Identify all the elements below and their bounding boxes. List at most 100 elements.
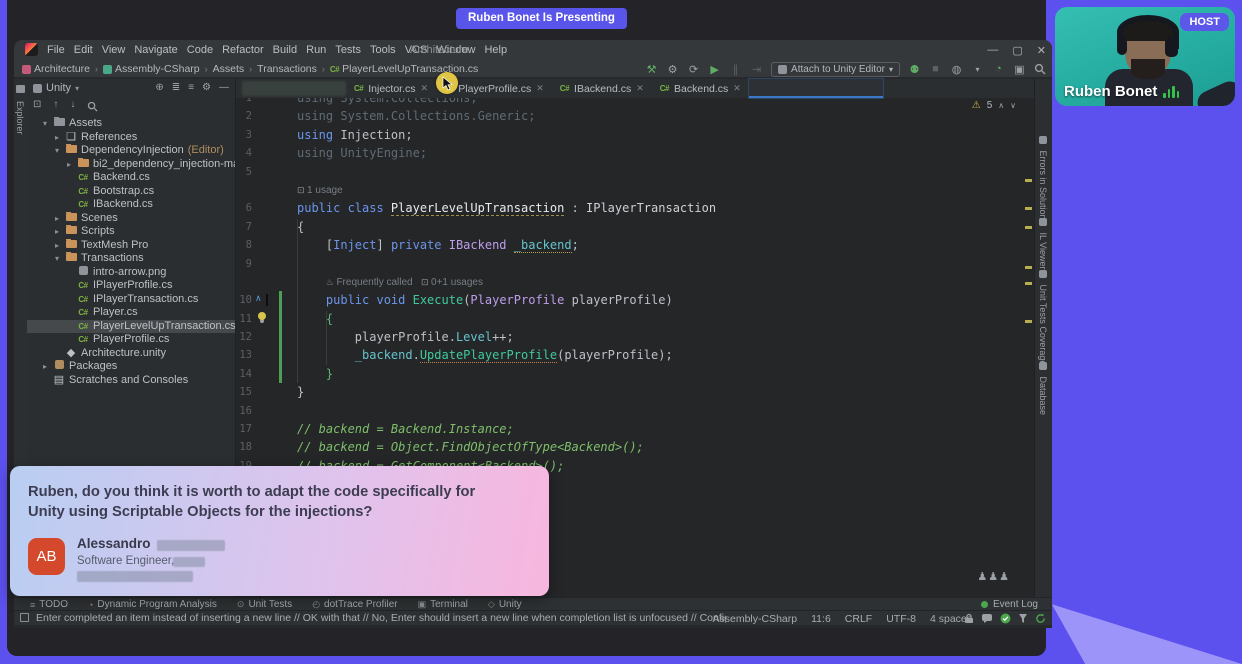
menu-item-code[interactable]: Code (187, 44, 213, 56)
tree-item-intro-arrow-png[interactable]: intro-arrow.png (27, 266, 235, 280)
run-configuration[interactable]: Architecture (410, 44, 469, 56)
toolwindow-todo[interactable]: ≡TODO (30, 599, 68, 610)
code-line[interactable]: 5 (236, 163, 1034, 181)
status-assembly-csharp[interactable]: Assembly-CSharp (713, 613, 798, 625)
tab-injector-cs[interactable]: C#Injector.cs✕ (346, 79, 436, 98)
code-line[interactable]: 11 { (236, 310, 1034, 328)
inspections-ok-icon[interactable] (1000, 613, 1011, 624)
code-line[interactable]: 10 public void Execute(PlayerProfile pla… (236, 291, 1034, 309)
code-line[interactable]: 2using System.Collections.Generic; (236, 107, 1034, 125)
chevron-expanded-icon[interactable]: ▾ (53, 252, 61, 266)
breadcrumb-item-architecture[interactable]: Architecture (22, 63, 90, 75)
tree-item-bootstrap-cs[interactable]: C#Bootstrap.cs (27, 185, 235, 199)
breadcrumb-item-assembly-csharp[interactable]: Assembly-CSharp (103, 63, 200, 75)
code-area[interactable]: 1using System.Collections;2using System.… (236, 89, 1034, 475)
sync-icon[interactable]: ⟳ (687, 63, 700, 76)
filter-icon[interactable] (1018, 613, 1028, 624)
code-line[interactable]: 16 (236, 402, 1034, 420)
console-icon[interactable]: ▣ (1013, 63, 1026, 76)
inspection-widget[interactable]: ⚠ 5 ∧ ∨ (972, 100, 1016, 111)
tree-item-ibackend-cs[interactable]: C#IBackend.cs (27, 198, 235, 212)
intention-lightbulb-icon[interactable] (258, 312, 266, 320)
status-utf-8[interactable]: UTF-8 (886, 613, 916, 625)
settings-run-icon[interactable]: ⚙ (666, 63, 679, 76)
stripe-tab-errors-in-solution[interactable]: Errors in Solution (1038, 136, 1048, 220)
stripe-tab-database[interactable]: Database (1038, 362, 1048, 415)
breadcrumb-item-playerleveluptransaction-cs[interactable]: C#PlayerLevelUpTransaction.cs (330, 63, 478, 75)
prev-problem-icon[interactable]: ∧ (998, 101, 1004, 110)
locate-file-icon[interactable]: ⊕ (155, 82, 163, 93)
breadcrumb-item-transactions[interactable]: Transactions (257, 63, 317, 75)
chevron-collapsed-icon[interactable]: ▸ (41, 360, 49, 374)
tree-item-playerprofile-cs[interactable]: C#PlayerProfile.cs (27, 333, 235, 347)
tab-ibackend-cs[interactable]: C#IBackend.cs✕ (552, 79, 652, 98)
tree-item-playerleveluptransaction-cs[interactable]: C#PlayerLevelUpTransaction.cs (27, 320, 235, 334)
tab-backend-cs[interactable]: C#Backend.cs✕ (652, 79, 749, 98)
restart-icon[interactable] (1035, 613, 1046, 624)
pause-icon[interactable]: ∥ (729, 63, 742, 76)
tool-window-toggle-icon[interactable] (20, 613, 29, 622)
code-line[interactable]: 12 playerProfile.Level++; (236, 328, 1034, 346)
tree-item-scenes[interactable]: ▸Scenes (27, 212, 235, 226)
menu-item-view[interactable]: View (102, 44, 126, 56)
gutter-collapse-arrow-icon[interactable]: ∧ (255, 293, 262, 304)
step-icon[interactable]: ⇥ (750, 63, 763, 76)
code-line[interactable]: 18// backend = Object.FindObjectOfType<B… (236, 438, 1034, 456)
debug-bug-icon[interactable]: ⚉ (908, 63, 921, 76)
tab-close-icon[interactable]: ✕ (536, 83, 544, 94)
attach-to-unity-dropdown[interactable]: Attach to Unity Editor ▾ (771, 62, 900, 77)
lock-icon[interactable] (964, 613, 974, 624)
stripe-tab-unit-tests-coverage[interactable]: Unit Tests Coverage (1038, 270, 1048, 365)
chevron-collapsed-icon[interactable]: ▸ (53, 212, 61, 226)
tree-item-iplayerprofile-cs[interactable]: C#IPlayerProfile.cs (27, 279, 235, 293)
menu-item-tests[interactable]: Tests (335, 44, 361, 56)
tree-item-transactions[interactable]: ▾Transactions (27, 252, 235, 266)
toolwindow-unit-tests[interactable]: ⊙Unit Tests (237, 599, 292, 610)
tree-item-bi2-dependency-injection-master[interactable]: ▸bi2_dependency_injection-master (Editor (27, 158, 235, 172)
tree-item-scripts[interactable]: ▸Scripts (27, 225, 235, 239)
toolwindow-dynamic-program-analysis[interactable]: ◔Dynamic Program Analysis (88, 599, 217, 610)
tree-item-backend-cs[interactable]: C#Backend.cs (27, 171, 235, 185)
tree-item-architecture-unity[interactable]: ◆Architecture.unity (27, 347, 235, 361)
error-stripe-mark[interactable] (1025, 179, 1032, 182)
error-stripe-mark[interactable] (1025, 226, 1032, 229)
scroll-to-source-icon[interactable]: ⊡ (33, 99, 41, 112)
tab-active-blank[interactable] (749, 79, 883, 98)
toolwindow-dottrace-profiler[interactable]: ◴dotTrace Profiler (312, 599, 397, 610)
code-line[interactable]: 15} (236, 383, 1034, 401)
folder-tool-icon[interactable] (16, 85, 25, 93)
explorer-stripe-tab[interactable]: Explorer (15, 101, 25, 135)
stripe-tab-il-viewer[interactable]: IL Viewer (1038, 218, 1048, 270)
webcam-tile[interactable]: HOST Ruben Bonet (1055, 7, 1235, 106)
menu-item-build[interactable]: Build (273, 44, 297, 56)
menu-item-run[interactable]: Run (306, 44, 326, 56)
navigate-up-icon[interactable]: ↑ (53, 99, 58, 112)
tree-item-player-cs[interactable]: C#Player.cs (27, 306, 235, 320)
tab-close-icon[interactable]: ✕ (421, 83, 429, 94)
error-stripe-mark[interactable] (1025, 266, 1032, 269)
collapse-all-icon[interactable]: ≡ (188, 82, 194, 93)
toolwindow-terminal[interactable]: ▣Terminal (418, 599, 468, 610)
chevron-collapsed-icon[interactable]: ▸ (53, 225, 61, 239)
minimize-button[interactable]: — (987, 44, 998, 56)
chevron-expanded-icon[interactable]: ▾ (41, 117, 49, 131)
tree-item-references[interactable]: ▸❏References (27, 131, 235, 145)
tree-item-dependencyinjection[interactable]: ▾DependencyInjection (Editor) (27, 144, 235, 158)
next-problem-icon[interactable]: ∨ (1010, 101, 1016, 110)
tree-item-packages[interactable]: ▸Packages (27, 360, 235, 374)
stop-icon[interactable]: ■ (929, 63, 942, 75)
chevron-collapsed-icon[interactable]: ▸ (65, 158, 73, 172)
tree-item-assets[interactable]: ▾Assets (27, 117, 235, 131)
tab-redacted[interactable] (242, 81, 346, 96)
chevron-down-icon[interactable]: ▾ (971, 65, 984, 74)
tree-item-iplayertransaction-cs[interactable]: C#IPlayerTransaction.cs (27, 293, 235, 307)
run-icon[interactable]: ▶ (708, 63, 721, 76)
error-stripe-mark[interactable] (1025, 320, 1032, 323)
code-line[interactable]: 3using Injection; (236, 126, 1034, 144)
maximize-button[interactable]: ▢ (1012, 44, 1022, 57)
coverage-icon[interactable]: ◍ (950, 63, 963, 76)
menu-item-tools[interactable]: Tools (370, 44, 396, 56)
search-everywhere-icon[interactable] (1034, 63, 1046, 75)
tree-item-scratches-and-consoles[interactable]: ▤Scratches and Consoles (27, 374, 235, 388)
code-line[interactable]: 7{ (236, 218, 1034, 236)
